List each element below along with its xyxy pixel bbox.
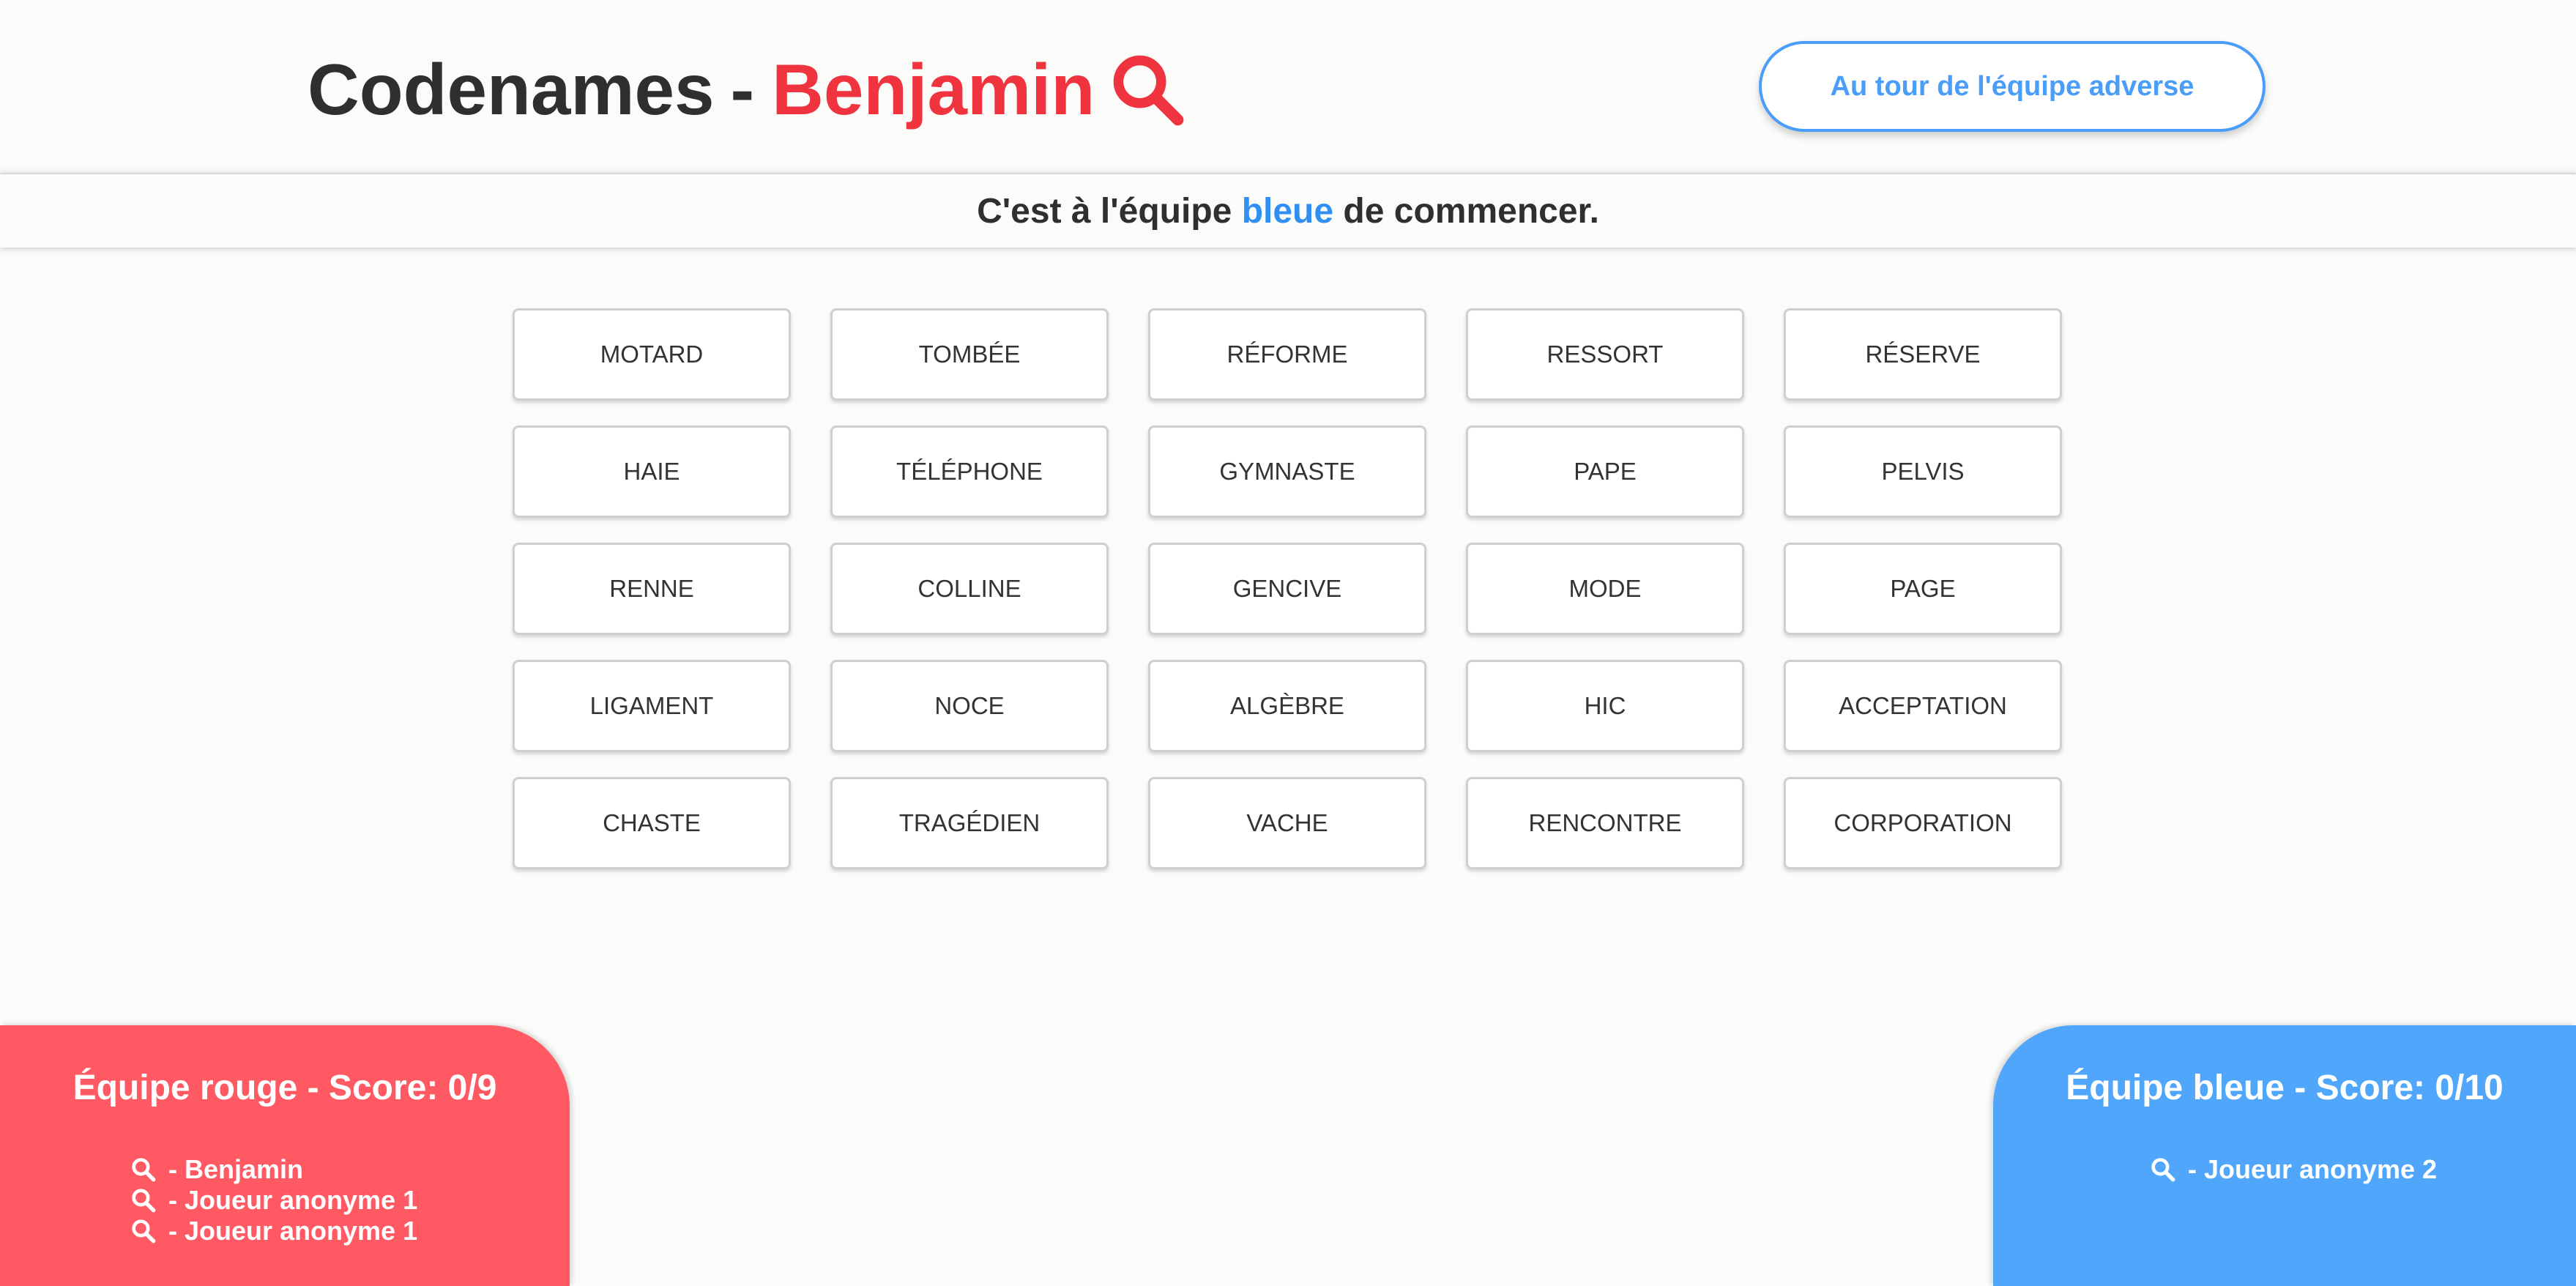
blue-team-title: Équipe bleue - Score: 0/10 <box>2066 1068 2504 1107</box>
word-card[interactable]: ACCEPTATION <box>1784 660 2062 752</box>
magnifier-icon <box>2151 1158 2175 1182</box>
player-name: - Benjamin <box>161 1154 304 1184</box>
page-title: Codenames - Benjamin <box>308 45 1185 133</box>
blue-team-players: - Joueur anonyme 2 <box>2125 1154 2462 1185</box>
word-grid: MOTARD TOMBÉE RÉFORME RESSORT RÉSERVE HA… <box>513 308 2065 869</box>
word-card[interactable]: GYMNASTE <box>1148 425 1426 518</box>
word-card[interactable]: CORPORATION <box>1784 777 2062 869</box>
header: Codenames - Benjamin Au tour de l'équipe… <box>0 0 2576 173</box>
word-card[interactable]: PAGE <box>1784 543 2062 635</box>
word-card[interactable]: RÉSERVE <box>1784 308 2062 401</box>
player-entry: - Joueur anonyme 1 <box>130 1185 417 1216</box>
word-card[interactable]: TOMBÉE <box>830 308 1109 401</box>
word-card[interactable]: RESSORT <box>1466 308 1744 401</box>
title-separator: - <box>730 49 755 130</box>
word-card[interactable]: PELVIS <box>1784 425 2062 518</box>
banner-text-before: C'est à l'équipe <box>977 191 1242 231</box>
banner-team-name: bleue <box>1241 191 1334 231</box>
word-card[interactable]: PAPE <box>1466 425 1744 518</box>
word-card[interactable]: RENCONTRE <box>1466 777 1744 869</box>
word-card[interactable]: COLLINE <box>830 543 1109 635</box>
red-team-players: - Benjamin - Joueur anonyme 1 - Joueur a… <box>130 1154 417 1246</box>
word-card[interactable]: HIC <box>1466 660 1744 752</box>
player-name: - Joueur anonyme 1 <box>161 1185 418 1215</box>
magnifier-icon <box>1113 55 1184 126</box>
word-card[interactable]: TRAGÉDIEN <box>830 777 1109 869</box>
word-card[interactable]: HAIE <box>513 425 791 518</box>
red-team-panel: Équipe rouge - Score: 0/9 - Benjamin - J… <box>0 1025 570 1286</box>
word-card[interactable]: RÉFORME <box>1148 308 1426 401</box>
banner-text-after: de commencer. <box>1333 191 1599 231</box>
player-name: - Joueur anonyme 2 <box>2180 1154 2438 1184</box>
word-card[interactable]: LIGAMENT <box>513 660 791 752</box>
word-card[interactable]: MOTARD <box>513 308 791 401</box>
word-card[interactable]: MODE <box>1466 543 1744 635</box>
red-team-title: Équipe rouge - Score: 0/9 <box>72 1068 497 1107</box>
blue-team-panel: Équipe bleue - Score: 0/10 - Joueur anon… <box>1993 1025 2576 1286</box>
magnifier-icon <box>132 1219 156 1244</box>
player-entry: - Benjamin <box>130 1154 417 1185</box>
word-card[interactable]: VACHE <box>1148 777 1426 869</box>
app-name: Codenames <box>308 49 715 130</box>
word-card[interactable]: GENCIVE <box>1148 543 1426 635</box>
player-name: - Joueur anonyme 1 <box>161 1216 418 1246</box>
word-card[interactable]: RENNE <box>513 543 791 635</box>
word-card[interactable]: ALGÈBRE <box>1148 660 1426 752</box>
current-player-name: Benjamin <box>772 49 1095 130</box>
word-card[interactable]: CHASTE <box>513 777 791 869</box>
magnifier-icon <box>132 1158 156 1182</box>
turn-banner: C'est à l'équipe bleue de commencer. <box>0 173 2576 248</box>
player-entry: - Joueur anonyme 1 <box>130 1216 417 1246</box>
magnifier-icon <box>132 1189 156 1213</box>
player-entry: - Joueur anonyme 2 <box>2125 1154 2462 1185</box>
end-turn-button[interactable]: Au tour de l'équipe adverse <box>1759 41 2266 132</box>
word-card[interactable]: NOCE <box>830 660 1109 752</box>
word-card[interactable]: TÉLÉPHONE <box>830 425 1109 518</box>
